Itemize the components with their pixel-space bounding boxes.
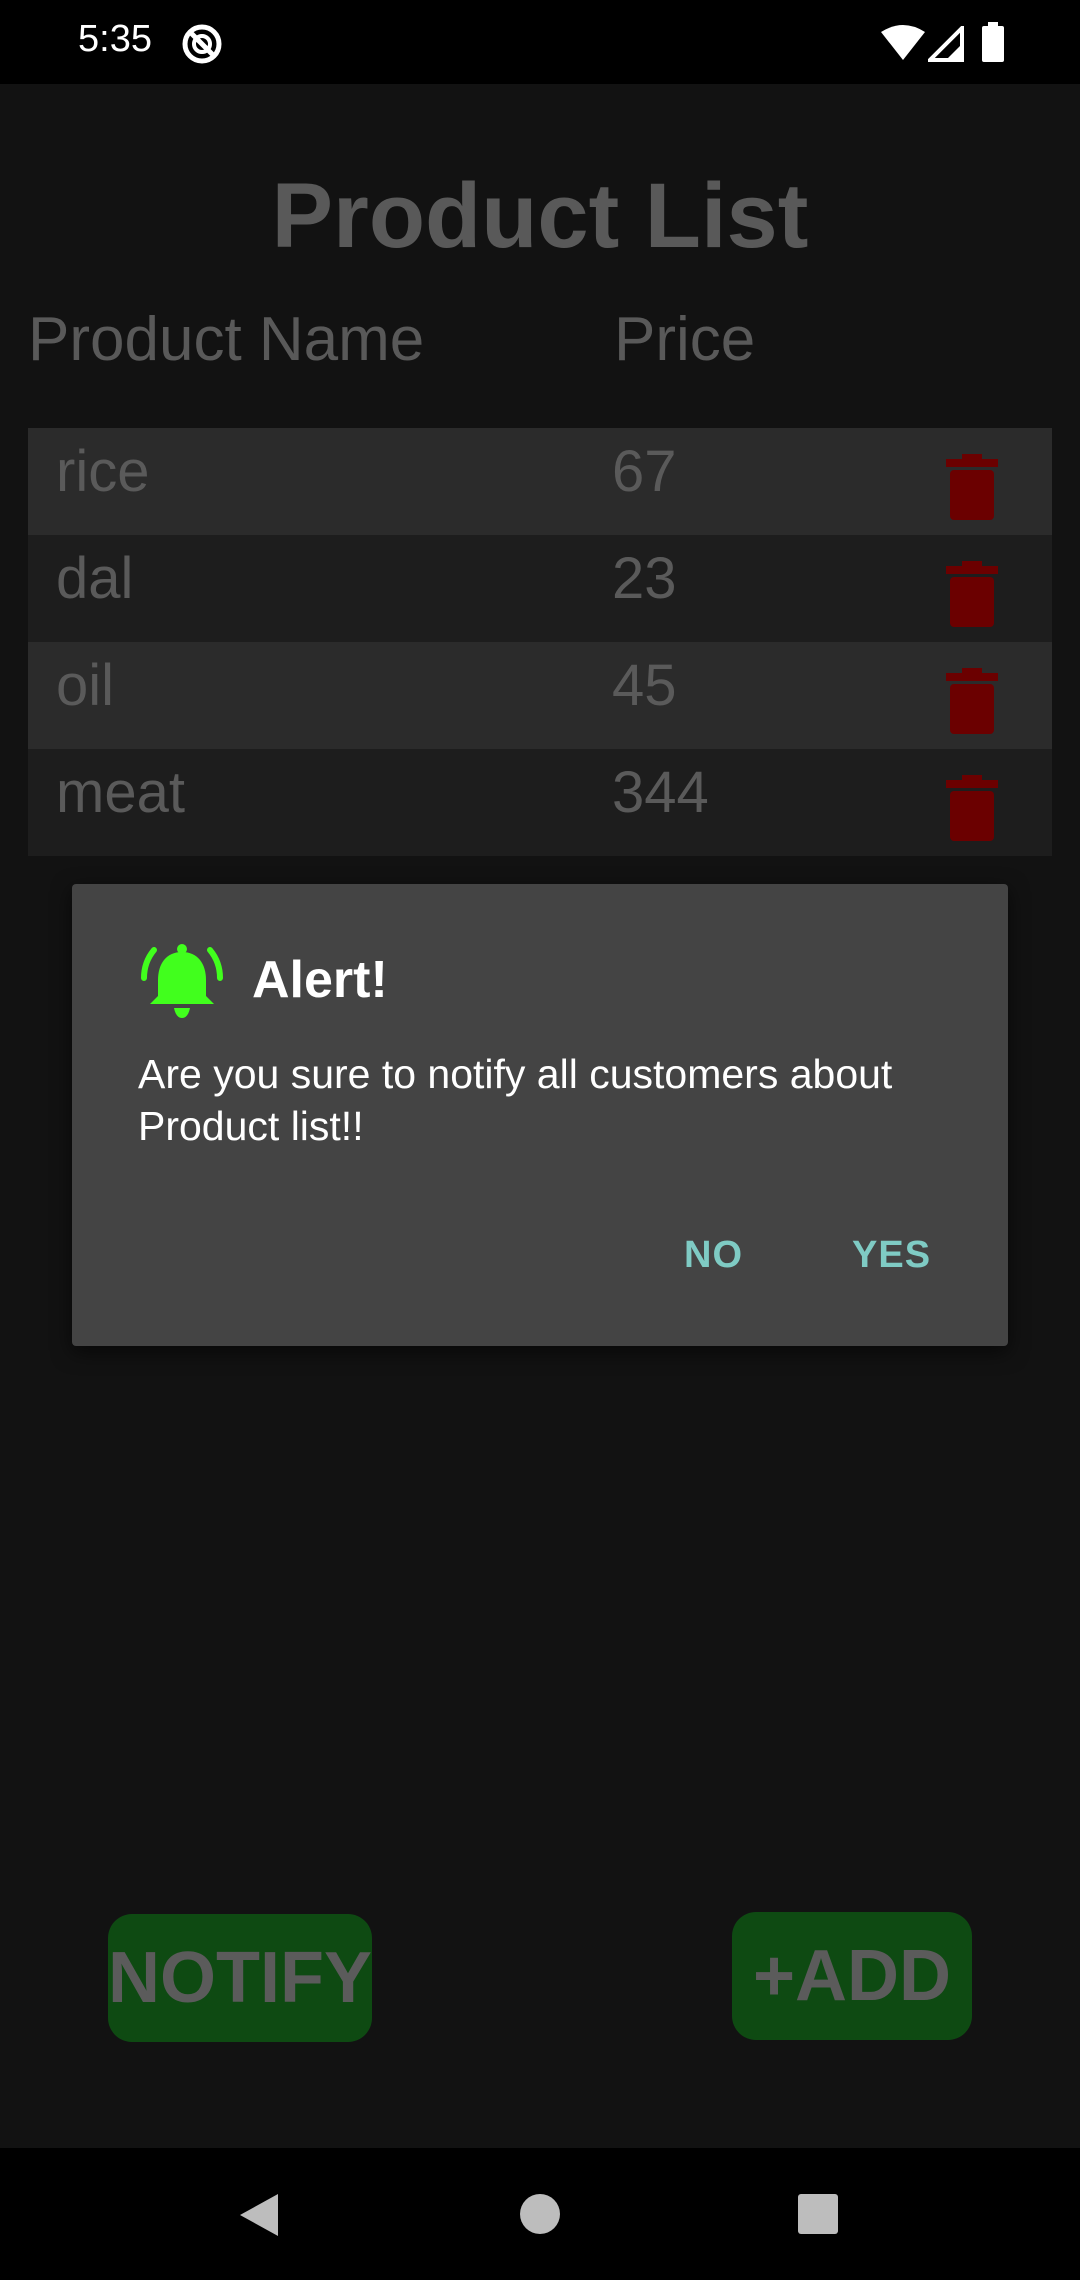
home-icon[interactable]: [518, 2192, 562, 2236]
yes-button[interactable]: YES: [852, 1234, 931, 1277]
cellular-signal-icon: [928, 26, 964, 62]
alarm-bell-icon: [141, 944, 223, 1018]
status-time: 5:35: [78, 18, 152, 60]
alert-dialog: Alert! Are you sure to notify all custom…: [72, 884, 1008, 1346]
do-not-disturb-icon: [182, 24, 222, 64]
dialog-title: Alert!: [252, 951, 388, 1009]
no-button[interactable]: NO: [684, 1234, 743, 1277]
wifi-icon: [881, 25, 925, 60]
screen: 5:35 Product List Product Name Price ric…: [0, 0, 1080, 2280]
recents-icon[interactable]: [798, 2194, 838, 2234]
battery-icon: [982, 22, 1004, 62]
navigation-bar: [0, 2148, 1080, 2280]
back-icon[interactable]: [236, 2192, 282, 2238]
status-bar: 5:35: [0, 0, 1080, 84]
dialog-message: Are you sure to notify all customers abo…: [138, 1051, 893, 1149]
